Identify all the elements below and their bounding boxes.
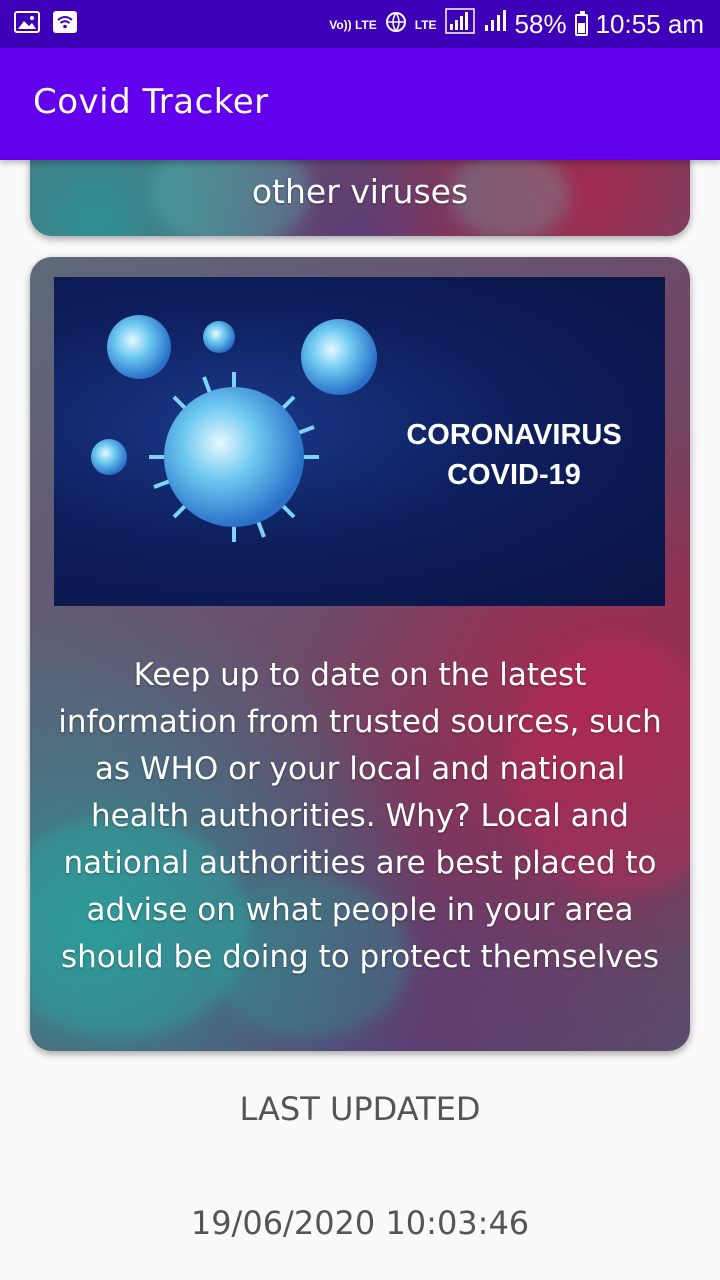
- last-updated-value: 19/06/2020 10:03:46: [190, 1204, 530, 1242]
- app-title: Covid Tracker: [33, 82, 269, 122]
- volte-icon: Vo)) LTE: [329, 17, 377, 32]
- status-time: 10:55 am: [595, 9, 704, 39]
- status-bar: Vo)) LTE LTE 58% 10:55 am: [0, 0, 720, 48]
- image-caption: CORONAVIRUS COVID-19: [364, 415, 664, 495]
- card-text: other viruses: [251, 172, 469, 211]
- battery-icon: [574, 10, 588, 36]
- last-updated-label: LAST UPDATED: [239, 1090, 481, 1128]
- image-caption-line1: CORONAVIRUS: [406, 419, 622, 451]
- wifi-icon: [52, 10, 78, 39]
- image-icon: [14, 10, 40, 39]
- info-card[interactable]: CORONAVIRUS COVID-19 Keep up to date on …: [30, 257, 690, 1051]
- image-caption-line2: COVID-19: [447, 459, 581, 491]
- coronavirus-image: CORONAVIRUS COVID-19: [54, 277, 665, 606]
- card-body-text: Keep up to date on the latest informatio…: [58, 657, 662, 975]
- app-bar: Covid Tracker: [0, 48, 720, 160]
- battery-percent: 58%: [514, 9, 567, 39]
- signal-icon: [444, 8, 475, 41]
- data-saver-icon: [385, 9, 407, 40]
- signal-icon-2: [483, 9, 507, 40]
- lte-label: LTE: [414, 17, 437, 32]
